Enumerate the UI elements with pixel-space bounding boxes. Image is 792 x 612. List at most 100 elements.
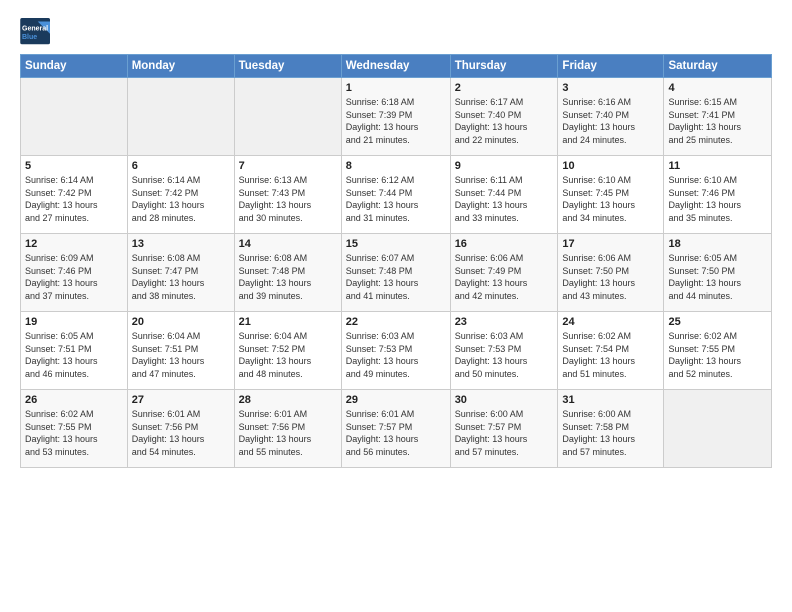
svg-text:Blue: Blue [22,34,37,41]
day-number: 5 [25,160,123,172]
day-info: Sunrise: 6:07 AM Sunset: 7:48 PM Dayligh… [346,252,446,302]
weekday-header-row: SundayMondayTuesdayWednesdayThursdayFrid… [21,55,772,78]
day-number: 13 [132,238,230,250]
weekday-header-sunday: Sunday [21,55,128,78]
day-number: 18 [668,238,767,250]
day-number: 3 [562,82,659,94]
day-info: Sunrise: 6:05 AM Sunset: 7:51 PM Dayligh… [25,330,123,380]
day-info: Sunrise: 6:00 AM Sunset: 7:57 PM Dayligh… [455,408,554,458]
day-number: 26 [25,394,123,406]
calendar-cell: 7 Sunrise: 6:13 AM Sunset: 7:43 PM Daylig… [234,156,341,234]
day-info: Sunrise: 6:11 AM Sunset: 7:44 PM Dayligh… [455,174,554,224]
calendar-cell: 19 Sunrise: 6:05 AM Sunset: 7:51 PM Dayli… [21,312,128,390]
day-info: Sunrise: 6:15 AM Sunset: 7:41 PM Dayligh… [668,96,767,146]
calendar-cell: 23 Sunrise: 6:03 AM Sunset: 7:53 PM Dayli… [450,312,558,390]
day-info: Sunrise: 6:10 AM Sunset: 7:45 PM Dayligh… [562,174,659,224]
calendar-cell: 22 Sunrise: 6:03 AM Sunset: 7:53 PM Dayli… [341,312,450,390]
day-number: 28 [239,394,337,406]
day-info: Sunrise: 6:08 AM Sunset: 7:48 PM Dayligh… [239,252,337,302]
header: General Blue [20,18,772,46]
day-info: Sunrise: 6:01 AM Sunset: 7:56 PM Dayligh… [132,408,230,458]
day-number: 12 [25,238,123,250]
day-info: Sunrise: 6:02 AM Sunset: 7:54 PM Dayligh… [562,330,659,380]
calendar-cell: 1Sunrise: 6:18 AM Sunset: 7:39 PM Daylig… [341,78,450,156]
weekday-header-saturday: Saturday [664,55,772,78]
calendar-cell: 20 Sunrise: 6:04 AM Sunset: 7:51 PM Dayli… [127,312,234,390]
day-number: 11 [668,160,767,172]
calendar-cell: 21 Sunrise: 6:04 AM Sunset: 7:52 PM Dayli… [234,312,341,390]
day-info: Sunrise: 6:09 AM Sunset: 7:46 PM Dayligh… [25,252,123,302]
day-info: Sunrise: 6:08 AM Sunset: 7:47 PM Dayligh… [132,252,230,302]
day-number: 29 [346,394,446,406]
day-info: Sunrise: 6:02 AM Sunset: 7:55 PM Dayligh… [25,408,123,458]
calendar-cell: 11 Sunrise: 6:10 AM Sunset: 7:46 PM Dayli… [664,156,772,234]
page: General Blue SundayMondayTuesdayWednesda… [0,0,792,612]
day-number: 15 [346,238,446,250]
calendar-cell: 6Sunrise: 6:14 AM Sunset: 7:42 PM Daylig… [127,156,234,234]
calendar-cell: 30 Sunrise: 6:00 AM Sunset: 7:57 PM Dayli… [450,390,558,468]
calendar-cell: 18 Sunrise: 6:05 AM Sunset: 7:50 PM Dayli… [664,234,772,312]
calendar-week-row-1: 1Sunrise: 6:18 AM Sunset: 7:39 PM Daylig… [21,78,772,156]
calendar-cell: 9Sunrise: 6:11 AM Sunset: 7:44 PM Daylig… [450,156,558,234]
day-info: Sunrise: 6:03 AM Sunset: 7:53 PM Dayligh… [346,330,446,380]
day-number: 25 [668,316,767,328]
logo: General Blue [20,18,52,46]
day-number: 14 [239,238,337,250]
day-number: 24 [562,316,659,328]
calendar-cell: 24 Sunrise: 6:02 AM Sunset: 7:54 PM Dayli… [558,312,664,390]
calendar-cell: 10 Sunrise: 6:10 AM Sunset: 7:45 PM Dayli… [558,156,664,234]
calendar-table: SundayMondayTuesdayWednesdayThursdayFrid… [20,54,772,468]
calendar-cell: 8Sunrise: 6:12 AM Sunset: 7:44 PM Daylig… [341,156,450,234]
day-info: Sunrise: 6:00 AM Sunset: 7:58 PM Dayligh… [562,408,659,458]
day-info: Sunrise: 6:03 AM Sunset: 7:53 PM Dayligh… [455,330,554,380]
calendar-cell: 15 Sunrise: 6:07 AM Sunset: 7:48 PM Dayli… [341,234,450,312]
day-number: 19 [25,316,123,328]
calendar-cell [127,78,234,156]
calendar-week-row-5: 26 Sunrise: 6:02 AM Sunset: 7:55 PM Dayli… [21,390,772,468]
day-number: 17 [562,238,659,250]
day-info: Sunrise: 6:06 AM Sunset: 7:49 PM Dayligh… [455,252,554,302]
day-info: Sunrise: 6:04 AM Sunset: 7:51 PM Dayligh… [132,330,230,380]
calendar-cell: 13 Sunrise: 6:08 AM Sunset: 7:47 PM Dayli… [127,234,234,312]
weekday-header-monday: Monday [127,55,234,78]
weekday-header-wednesday: Wednesday [341,55,450,78]
calendar-week-row-2: 5 Sunrise: 6:14 AM Sunset: 7:42 PM Daylig… [21,156,772,234]
day-number: 20 [132,316,230,328]
day-number: 23 [455,316,554,328]
calendar-cell: 25Sunrise: 6:02 AM Sunset: 7:55 PM Dayli… [664,312,772,390]
weekday-header-tuesday: Tuesday [234,55,341,78]
day-info: Sunrise: 6:14 AM Sunset: 7:42 PM Dayligh… [25,174,123,224]
calendar-cell: 2Sunrise: 6:17 AM Sunset: 7:40 PM Daylig… [450,78,558,156]
calendar-week-row-3: 12 Sunrise: 6:09 AM Sunset: 7:46 PM Dayli… [21,234,772,312]
calendar-cell: 14 Sunrise: 6:08 AM Sunset: 7:48 PM Dayli… [234,234,341,312]
day-info: Sunrise: 6:13 AM Sunset: 7:43 PM Dayligh… [239,174,337,224]
day-info: Sunrise: 6:04 AM Sunset: 7:52 PM Dayligh… [239,330,337,380]
day-info: Sunrise: 6:05 AM Sunset: 7:50 PM Dayligh… [668,252,767,302]
day-number: 6 [132,160,230,172]
day-number: 4 [668,82,767,94]
calendar-cell: 17Sunrise: 6:06 AM Sunset: 7:50 PM Dayli… [558,234,664,312]
calendar-cell: 3Sunrise: 6:16 AM Sunset: 7:40 PM Daylig… [558,78,664,156]
day-info: Sunrise: 6:01 AM Sunset: 7:57 PM Dayligh… [346,408,446,458]
calendar-cell: 4 Sunrise: 6:15 AM Sunset: 7:41 PM Daylig… [664,78,772,156]
day-number: 10 [562,160,659,172]
calendar-cell [234,78,341,156]
calendar-cell: 5 Sunrise: 6:14 AM Sunset: 7:42 PM Daylig… [21,156,128,234]
calendar-cell: 16Sunrise: 6:06 AM Sunset: 7:49 PM Dayli… [450,234,558,312]
day-number: 27 [132,394,230,406]
day-info: Sunrise: 6:17 AM Sunset: 7:40 PM Dayligh… [455,96,554,146]
day-number: 22 [346,316,446,328]
svg-text:General: General [22,25,48,32]
calendar-cell [21,78,128,156]
day-number: 30 [455,394,554,406]
weekday-header-thursday: Thursday [450,55,558,78]
calendar-cell: 31Sunrise: 6:00 AM Sunset: 7:58 PM Dayli… [558,390,664,468]
calendar-cell: 28Sunrise: 6:01 AM Sunset: 7:56 PM Dayli… [234,390,341,468]
calendar-cell: 12 Sunrise: 6:09 AM Sunset: 7:46 PM Dayli… [21,234,128,312]
day-info: Sunrise: 6:10 AM Sunset: 7:46 PM Dayligh… [668,174,767,224]
logo-icon: General Blue [20,18,52,46]
day-number: 21 [239,316,337,328]
calendar-cell: 26 Sunrise: 6:02 AM Sunset: 7:55 PM Dayli… [21,390,128,468]
weekday-header-friday: Friday [558,55,664,78]
day-number: 7 [239,160,337,172]
